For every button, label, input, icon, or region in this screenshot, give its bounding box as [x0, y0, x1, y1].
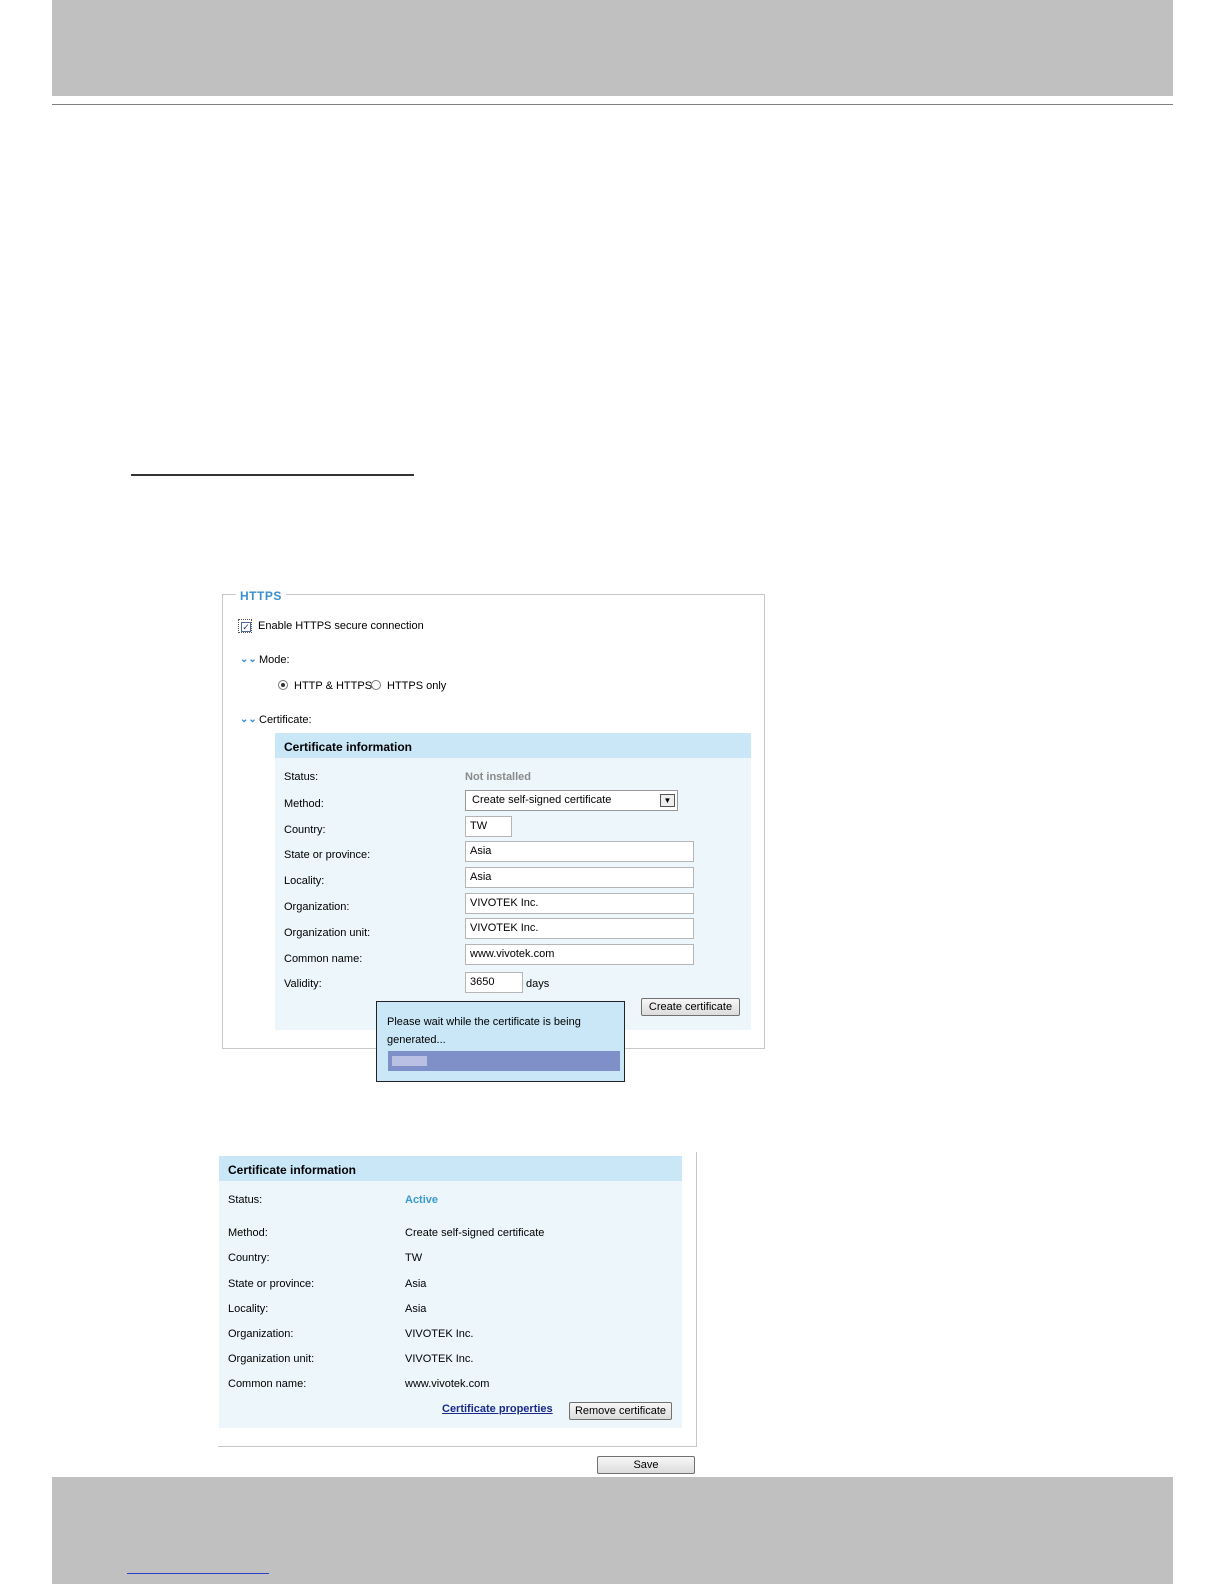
- create-certificate-button[interactable]: Create certificate: [641, 998, 740, 1016]
- result-country-label: Country:: [228, 1252, 270, 1264]
- country-label: Country:: [284, 824, 326, 836]
- organization-input[interactable]: VIVOTEK Inc.: [465, 893, 694, 914]
- organization-label: Organization:: [284, 901, 350, 913]
- result-method-label: Method:: [228, 1227, 268, 1239]
- validity-input[interactable]: 3650: [465, 972, 523, 993]
- chevron-down-icon[interactable]: ⌄⌄: [240, 714, 257, 725]
- result-org-value: VIVOTEK Inc.: [405, 1328, 474, 1340]
- state-input[interactable]: Asia: [465, 841, 694, 862]
- org-unit-input[interactable]: VIVOTEK Inc.: [465, 918, 694, 939]
- enable-https-checkbox[interactable]: ✓: [238, 619, 252, 633]
- result-org-unit-value: VIVOTEK Inc.: [405, 1353, 474, 1365]
- popup-line-1: Please wait while the certificate is bei…: [387, 1016, 581, 1028]
- cert-info-title: Certificate information: [284, 740, 413, 754]
- result-state-value: Asia: [405, 1278, 427, 1290]
- country-input[interactable]: TW: [465, 816, 512, 837]
- status-value: Not installed: [465, 771, 532, 783]
- locality-label: Locality:: [284, 875, 325, 887]
- page-footer-band: [52, 1477, 1173, 1584]
- validity-unit: days: [526, 978, 550, 990]
- remove-certificate-button[interactable]: Remove certificate: [569, 1402, 672, 1420]
- radio-http-https[interactable]: [278, 680, 288, 690]
- status-label: Status:: [284, 771, 319, 783]
- section-underline: [131, 474, 414, 476]
- result-status-label: Status:: [228, 1194, 263, 1206]
- result-common-name-value: www.vivotek.com: [405, 1378, 490, 1390]
- result-org-unit-label: Organization unit:: [228, 1353, 315, 1365]
- progress-bar-fill: [392, 1056, 427, 1066]
- common-name-label: Common name:: [284, 953, 363, 965]
- result-locality-value: Asia: [405, 1303, 427, 1315]
- result-state-label: State or province:: [228, 1278, 315, 1290]
- locality-input[interactable]: Asia: [465, 867, 694, 888]
- result-status-value: Active: [405, 1194, 439, 1206]
- radio-https-only-label: HTTPS only: [387, 680, 447, 692]
- check-mark-icon: ✓: [241, 622, 251, 632]
- footer-link-underline[interactable]: [127, 1573, 269, 1574]
- org-unit-label: Organization unit:: [284, 927, 371, 939]
- state-label: State or province:: [284, 849, 371, 861]
- enable-https-label: Enable HTTPS secure connection: [258, 620, 424, 632]
- cert-result-title: Certificate information: [228, 1163, 357, 1177]
- popup-line-2: generated...: [387, 1034, 446, 1046]
- result-locality-label: Locality:: [228, 1303, 269, 1315]
- certificate-properties-link[interactable]: Certificate properties: [442, 1403, 553, 1415]
- certificate-label: Certificate:: [259, 714, 312, 726]
- chevron-down-icon[interactable]: ⌄⌄: [240, 654, 257, 665]
- dropdown-arrow-icon[interactable]: ▼: [660, 794, 675, 807]
- radio-http-https-label: HTTP & HTTPS: [294, 680, 373, 692]
- page-header-band: [52, 0, 1173, 96]
- result-org-label: Organization:: [228, 1328, 294, 1340]
- mode-label: Mode:: [259, 654, 290, 666]
- result-common-name-label: Common name:: [228, 1378, 307, 1390]
- result-method-value: Create self-signed certificate: [405, 1227, 545, 1239]
- result-country-value: TW: [405, 1252, 423, 1264]
- validity-label: Validity:: [284, 978, 322, 990]
- method-select-value: Create self-signed certificate: [472, 794, 612, 806]
- method-label: Method:: [284, 798, 324, 810]
- save-button[interactable]: Save: [597, 1456, 695, 1474]
- common-name-input[interactable]: www.vivotek.com: [465, 944, 694, 965]
- radio-https-only[interactable]: [371, 680, 381, 690]
- header-divider: [52, 104, 1173, 105]
- method-select[interactable]: Create self-signed certificate ▼: [465, 790, 678, 811]
- https-legend: HTTPS: [236, 589, 286, 603]
